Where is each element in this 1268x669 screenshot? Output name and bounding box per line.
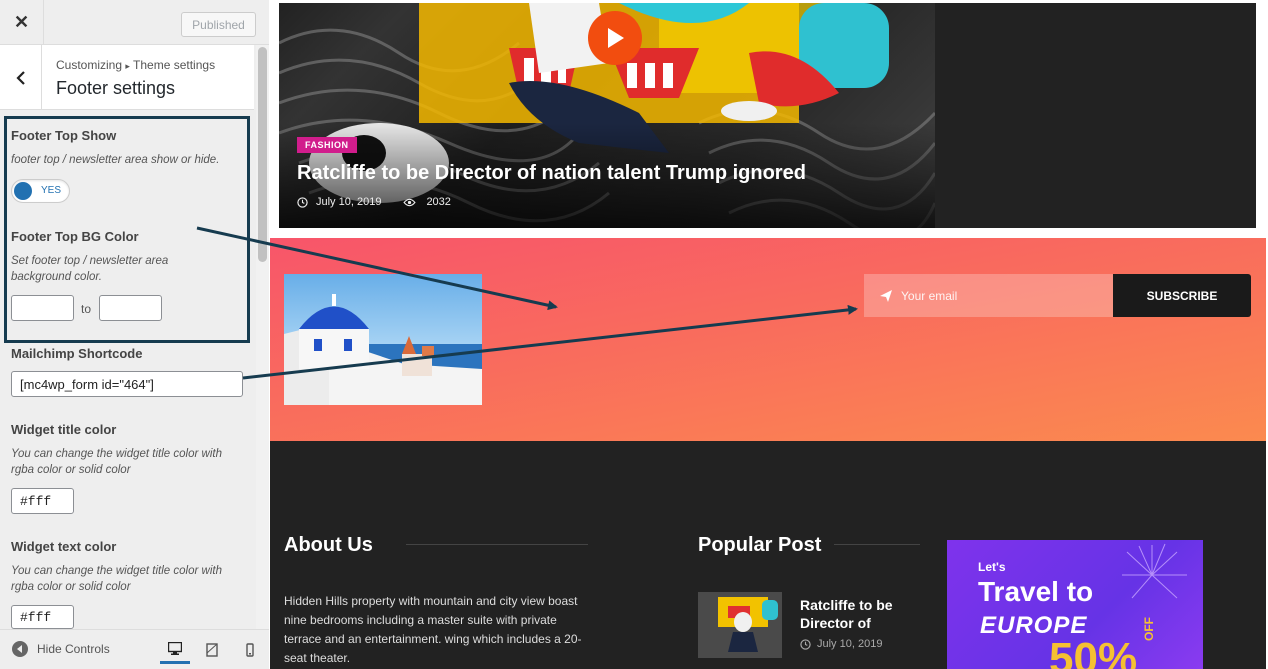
breadcrumb: Customizing ▸ Theme settings — [56, 58, 215, 72]
bg-color-to-label: to — [81, 302, 92, 316]
subscribe-button[interactable]: SUBSCRIBE — [1113, 274, 1251, 317]
desktop-icon — [168, 642, 182, 655]
ad-off-text: OFF — [1142, 617, 1156, 641]
collapse-arrow-icon — [12, 641, 28, 657]
send-icon — [880, 289, 892, 302]
clock-icon — [800, 638, 811, 650]
widget-text-color-desc: You can change the widget title color wi… — [11, 565, 222, 593]
widget-text-color-input[interactable]: #fff — [11, 605, 74, 629]
customizer-footer: Hide Controls — [0, 629, 269, 669]
widget-title-color-desc: You can change the widget title color wi… — [11, 448, 222, 476]
email-placeholder: Your email — [901, 288, 958, 303]
play-icon — [608, 28, 624, 48]
ad-travel-text: Travel to — [978, 576, 1094, 607]
travel-ad-banner[interactable]: Let's Travel to EUROPE 50% OFF — [947, 540, 1203, 669]
category-tag[interactable]: FASHION — [297, 137, 357, 153]
bg-color-to-input[interactable] — [99, 295, 162, 321]
published-button[interactable]: Published — [181, 12, 256, 37]
footer-top-show-title: Footer Top Show — [11, 128, 117, 143]
mobile-icon — [246, 643, 254, 657]
hero-side-panel — [935, 3, 1256, 228]
mobile-preview-button[interactable] — [235, 636, 265, 664]
close-icon: ✕ — [13, 12, 30, 32]
section-header: Customizing ▸ Theme settings Footer sett… — [0, 45, 254, 110]
popular-post-link[interactable]: Ratcliffe to be Director of — [800, 596, 930, 632]
tablet-icon — [206, 643, 218, 657]
popular-title-divider — [834, 544, 920, 545]
popular-post-date: July 10, 2019 — [817, 638, 883, 650]
about-title-divider — [406, 544, 588, 545]
customizer-sidebar: ✕ Published Customizing ▸ Theme settings… — [0, 0, 269, 669]
hide-controls-label: Hide Controls — [37, 642, 110, 656]
footer-top-show-desc: footer top / newsletter area show or hid… — [11, 154, 220, 166]
breadcrumb-parent: Customizing — [56, 58, 123, 72]
section-title: Footer settings — [56, 78, 176, 98]
mailchimp-title: Mailchimp Shortcode — [11, 346, 143, 361]
email-input[interactable]: Your email — [864, 274, 1113, 317]
close-customizer-button[interactable]: ✕ — [0, 0, 44, 45]
bg-color-from-input[interactable] — [11, 295, 74, 321]
hide-controls-button[interactable]: Hide Controls — [12, 641, 110, 657]
ad-lets-text: Let's — [978, 560, 1006, 574]
eye-icon — [403, 198, 417, 206]
hero-post-meta: July 10, 2019 2032 — [297, 196, 451, 208]
chevron-left-icon — [15, 70, 25, 85]
popular-post-title: Popular Post — [698, 534, 822, 556]
widget-title-color-title: Widget title color — [11, 422, 117, 437]
ad-discount-text: 50% — [1049, 634, 1138, 669]
about-us-title: About Us — [284, 534, 373, 556]
breadcrumb-separator: ▸ — [125, 61, 130, 71]
popular-post-thumbnail[interactable] — [698, 592, 782, 658]
about-us-text: Hidden Hills property with mountain and … — [284, 594, 582, 665]
sidebar-scrollbar[interactable] — [256, 45, 269, 629]
scrollbar-thumb[interactable] — [258, 47, 267, 262]
widget-title-color-input[interactable]: #fff — [11, 488, 74, 514]
hero-post-views: 2032 — [426, 196, 451, 208]
clock-icon — [297, 196, 308, 208]
footer-top-show-toggle[interactable]: YES — [11, 179, 70, 203]
desktop-preview-button[interactable] — [160, 636, 190, 664]
customizer-header: ✕ Published — [0, 0, 269, 45]
footer-top-bg-title: Footer Top BG Color — [11, 229, 139, 244]
toggle-label: YES — [41, 185, 62, 196]
back-button[interactable] — [0, 45, 42, 110]
hero-post-date: July 10, 2019 — [316, 196, 382, 208]
tablet-preview-button[interactable] — [197, 636, 227, 664]
mailchimp-shortcode-input[interactable]: [mc4wp_form id="464"] — [11, 371, 243, 397]
footer-top-bg-desc: Set footer top / newsletter area backgro… — [11, 255, 169, 283]
popular-post-meta: July 10, 2019 — [800, 638, 882, 650]
play-video-button[interactable] — [588, 11, 642, 65]
widget-text-color-title: Widget text color — [11, 539, 117, 554]
hero-post-title[interactable]: Ratcliffe to be Director of nation talen… — [297, 162, 806, 185]
santorini-image — [284, 274, 482, 405]
breadcrumb-child: Theme settings — [133, 58, 216, 72]
toggle-knob — [14, 182, 32, 200]
